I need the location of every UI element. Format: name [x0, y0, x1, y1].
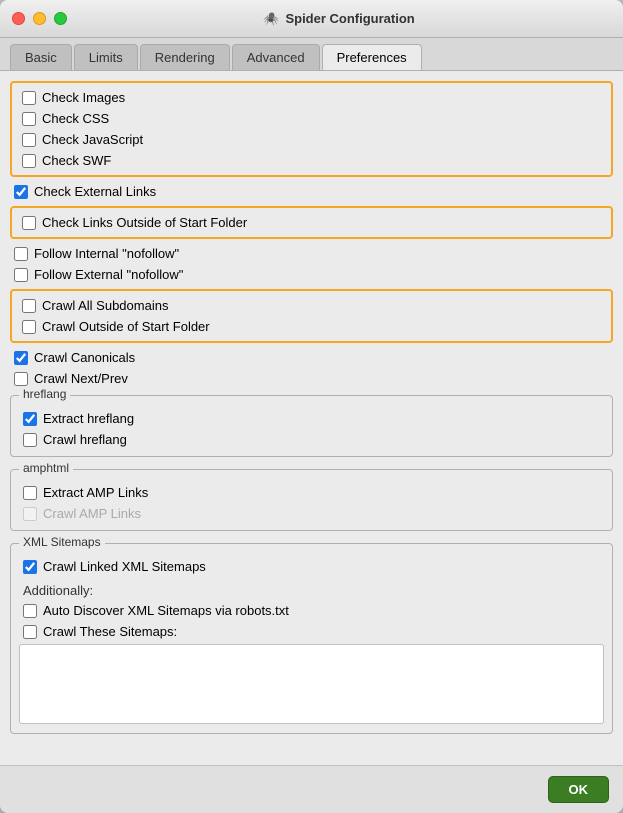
crawl-canonicals-checkbox[interactable]: [14, 351, 28, 365]
crawl-all-subdomains-item: Crawl All Subdomains: [18, 295, 605, 316]
crawl-next-prev-checkbox[interactable]: [14, 372, 28, 386]
window: 🕷️ Spider Configuration Basic Limits Ren…: [0, 0, 623, 813]
xml-sitemaps-content: Crawl Linked XML Sitemaps Additionally: …: [19, 556, 604, 727]
content-area: Check Images Check CSS Check JavaScript …: [0, 71, 623, 765]
crawl-hreflang-label: Crawl hreflang: [43, 432, 127, 447]
follow-external-label: Follow External "nofollow": [34, 267, 183, 282]
extract-hreflang-checkbox[interactable]: [23, 412, 37, 426]
check-swf-label: Check SWF: [42, 153, 111, 168]
close-button[interactable]: [12, 12, 25, 25]
extract-amp-checkbox[interactable]: [23, 486, 37, 500]
check-css-checkbox[interactable]: [22, 112, 36, 126]
crawl-linked-xml-label: Crawl Linked XML Sitemaps: [43, 559, 206, 574]
check-images-checkbox[interactable]: [22, 91, 36, 105]
tab-limits[interactable]: Limits: [74, 44, 138, 70]
highlight-group-links-outside: Check Links Outside of Start Folder: [10, 206, 613, 239]
titlebar: 🕷️ Spider Configuration: [0, 0, 623, 38]
hreflang-label: hreflang: [19, 387, 70, 401]
highlight-group-check-files: Check Images Check CSS Check JavaScript …: [10, 81, 613, 177]
maximize-button[interactable]: [54, 12, 67, 25]
window-icon: 🕷️: [263, 11, 279, 27]
check-external-item: Check External Links: [10, 181, 613, 202]
check-css-label: Check CSS: [42, 111, 109, 126]
crawl-outside-start-item: Crawl Outside of Start Folder: [18, 316, 605, 337]
extract-hreflang-label: Extract hreflang: [43, 411, 134, 426]
check-links-outside-item: Check Links Outside of Start Folder: [18, 212, 605, 233]
footer: OK: [0, 765, 623, 813]
crawl-amp-checkbox[interactable]: [23, 507, 37, 521]
crawl-these-sitemaps-item: Crawl These Sitemaps:: [19, 621, 604, 642]
crawl-outside-start-label: Crawl Outside of Start Folder: [42, 319, 210, 334]
crawl-outside-start-checkbox[interactable]: [22, 320, 36, 334]
tabs-bar: Basic Limits Rendering Advanced Preferen…: [0, 38, 623, 71]
crawl-amp-item: Crawl AMP Links: [19, 503, 604, 524]
extract-amp-item: Extract AMP Links: [19, 482, 604, 503]
amphtml-group: amphtml Extract AMP Links Crawl AMP Link…: [10, 469, 613, 531]
crawl-hreflang-item: Crawl hreflang: [19, 429, 604, 450]
check-swf-checkbox[interactable]: [22, 154, 36, 168]
minimize-button[interactable]: [33, 12, 46, 25]
crawl-next-prev-item: Crawl Next/Prev: [10, 368, 613, 389]
window-title: 🕷️ Spider Configuration: [67, 11, 611, 27]
crawl-linked-xml-item: Crawl Linked XML Sitemaps: [19, 556, 604, 577]
check-external-checkbox[interactable]: [14, 185, 28, 199]
crawl-these-sitemaps-label: Crawl These Sitemaps:: [43, 624, 177, 639]
tab-advanced[interactable]: Advanced: [232, 44, 320, 70]
follow-internal-item: Follow Internal "nofollow": [10, 243, 613, 264]
tab-rendering[interactable]: Rendering: [140, 44, 230, 70]
follow-external-item: Follow External "nofollow": [10, 264, 613, 285]
crawl-all-subdomains-label: Crawl All Subdomains: [42, 298, 168, 313]
follow-internal-checkbox[interactable]: [14, 247, 28, 261]
highlight-group-crawl: Crawl All Subdomains Crawl Outside of St…: [10, 289, 613, 343]
ok-button[interactable]: OK: [548, 776, 610, 803]
crawl-canonicals-item: Crawl Canonicals: [10, 347, 613, 368]
tab-basic[interactable]: Basic: [10, 44, 72, 70]
follow-external-checkbox[interactable]: [14, 268, 28, 282]
check-images-label: Check Images: [42, 90, 125, 105]
crawl-hreflang-checkbox[interactable]: [23, 433, 37, 447]
check-links-outside-label: Check Links Outside of Start Folder: [42, 215, 247, 230]
check-external-label: Check External Links: [34, 184, 156, 199]
follow-internal-label: Follow Internal "nofollow": [34, 246, 179, 261]
check-js-checkbox[interactable]: [22, 133, 36, 147]
check-links-outside-checkbox[interactable]: [22, 216, 36, 230]
check-swf-item: Check SWF: [18, 150, 605, 171]
sitemaps-textarea[interactable]: [19, 644, 604, 724]
auto-discover-checkbox[interactable]: [23, 604, 37, 618]
xml-sitemaps-group: XML Sitemaps Crawl Linked XML Sitemaps A…: [10, 543, 613, 734]
auto-discover-label: Auto Discover XML Sitemaps via robots.tx…: [43, 603, 289, 618]
crawl-amp-label: Crawl AMP Links: [43, 506, 141, 521]
crawl-next-prev-label: Crawl Next/Prev: [34, 371, 128, 386]
extract-hreflang-item: Extract hreflang: [19, 408, 604, 429]
xml-sitemaps-label: XML Sitemaps: [19, 535, 105, 549]
check-css-item: Check CSS: [18, 108, 605, 129]
extract-amp-label: Extract AMP Links: [43, 485, 148, 500]
crawl-linked-xml-checkbox[interactable]: [23, 560, 37, 574]
hreflang-group: hreflang Extract hreflang Crawl hreflang: [10, 395, 613, 457]
hreflang-content: Extract hreflang Crawl hreflang: [19, 408, 604, 450]
crawl-all-subdomains-checkbox[interactable]: [22, 299, 36, 313]
amphtml-content: Extract AMP Links Crawl AMP Links: [19, 482, 604, 524]
window-controls: [12, 12, 67, 25]
crawl-canonicals-label: Crawl Canonicals: [34, 350, 135, 365]
auto-discover-item: Auto Discover XML Sitemaps via robots.tx…: [19, 600, 604, 621]
additionally-label: Additionally:: [19, 581, 604, 600]
crawl-these-sitemaps-checkbox[interactable]: [23, 625, 37, 639]
tab-preferences[interactable]: Preferences: [322, 44, 422, 70]
check-images-item: Check Images: [18, 87, 605, 108]
amphtml-label: amphtml: [19, 461, 73, 475]
check-js-label: Check JavaScript: [42, 132, 143, 147]
check-js-item: Check JavaScript: [18, 129, 605, 150]
